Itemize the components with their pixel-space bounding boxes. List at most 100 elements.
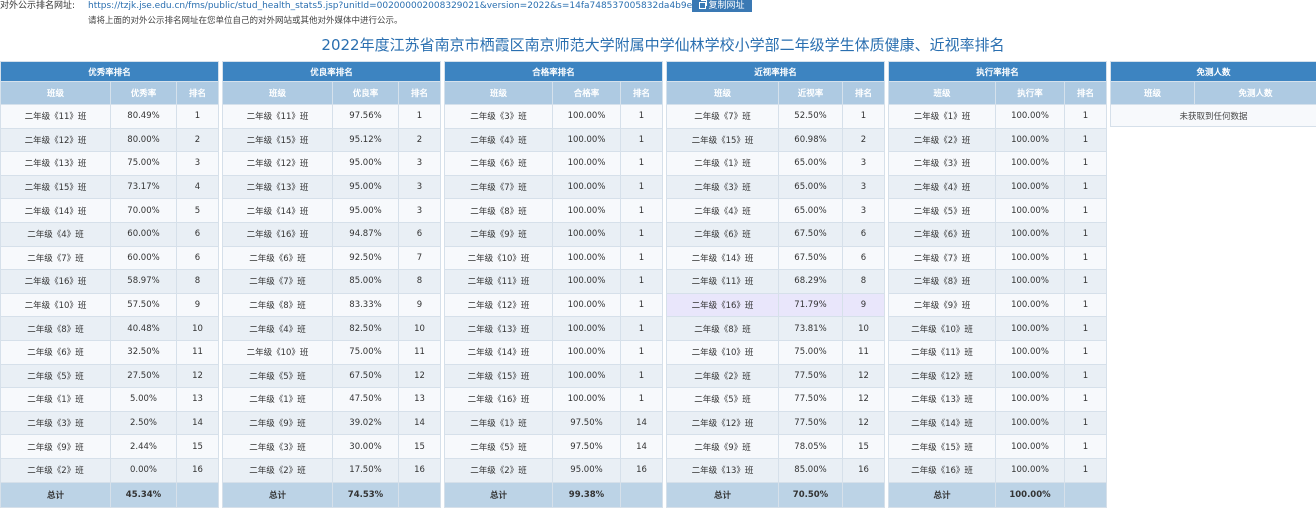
class-cell: 二年级《2》班 bbox=[444, 457, 553, 483]
copy-url-label: 复制网址 bbox=[708, 1, 745, 11]
table-row: 二年级《14》班 100.00% 1 bbox=[444, 339, 664, 365]
rate-cell: 100.00% bbox=[552, 363, 621, 389]
class-cell: 二年级《9》班 bbox=[0, 434, 111, 459]
good-rate-table: 优良率排名 班级 优良率 排名 二年级《11》班 97.56% 1 二年级《15》班 95.12… bbox=[221, 61, 442, 508]
class-cell: 二年级《16》班 bbox=[666, 292, 779, 318]
good-rate-panel: 优良率排名 班级 优良率 排名 二年级《11》班 97.56% 1 二年级《15》班 95.12… bbox=[221, 61, 442, 508]
class-cell: 二年级《6》班 bbox=[0, 339, 111, 365]
rate-cell: 77.50% bbox=[778, 410, 843, 436]
rate-cell: 100.00% bbox=[552, 127, 621, 153]
class-cell: 二年级《9》班 bbox=[666, 434, 779, 459]
class-cell: 二年级《6》班 bbox=[666, 221, 779, 247]
rate-cell: 100.00% bbox=[552, 221, 621, 247]
rank-cell: 12 bbox=[841, 410, 886, 436]
table-row: 二年级《13》班 100.00% 1 bbox=[444, 316, 664, 341]
class-cell: 二年级《11》班 bbox=[888, 339, 996, 365]
table-row: 二年级《14》班 95.00% 3 bbox=[222, 198, 442, 223]
rate-cell: 30.00% bbox=[332, 434, 399, 459]
table-row: 二年级《3》班 100.00% 1 bbox=[444, 104, 664, 129]
rank-cell: 10 bbox=[397, 316, 442, 341]
rank-cell: 1 bbox=[1063, 245, 1108, 271]
table-row: 二年级《12》班 100.00% 1 bbox=[444, 292, 664, 318]
class-cell: 二年级《16》班 bbox=[222, 221, 333, 247]
table-row: 二年级《12》班 77.50% 12 bbox=[666, 410, 886, 436]
table-row: 二年级《1》班 65.00% 3 bbox=[666, 151, 886, 176]
rank-cell: 1 bbox=[397, 104, 442, 129]
rank-cell: 1 bbox=[1063, 410, 1108, 436]
table-row: 二年级《3》班 30.00% 15 bbox=[222, 434, 442, 459]
class-cell: 二年级《10》班 bbox=[222, 339, 333, 365]
table-row: 二年级《15》班 73.17% 4 bbox=[0, 174, 220, 200]
class-cell: 二年级《8》班 bbox=[444, 198, 553, 223]
table-row: 二年级《16》班 58.97% 8 bbox=[0, 269, 220, 294]
class-cell: 二年级《2》班 bbox=[888, 127, 996, 153]
rank-cell: 16 bbox=[841, 457, 886, 483]
rate-cell: 67.50% bbox=[778, 245, 843, 271]
table-row: 二年级《15》班 95.12% 2 bbox=[222, 127, 442, 153]
rank-cell: 14 bbox=[397, 410, 442, 436]
total-row: 总计 99.38% bbox=[444, 481, 664, 508]
excellent-rate-table: 优秀率排名 班级 优秀率 排名 二年级《11》班 80.49% 1 二年级《12》班 80.00… bbox=[0, 61, 220, 508]
class-cell: 二年级《13》班 bbox=[444, 316, 553, 341]
ranking-url-link[interactable]: https://tzjk.jse.edu.cn/fms/public/stud_… bbox=[88, 0, 746, 12]
table-row: 二年级《5》班 27.50% 12 bbox=[0, 363, 220, 389]
table-row: 二年级《13》班 85.00% 16 bbox=[666, 457, 886, 483]
rate-cell: 52.50% bbox=[778, 104, 843, 129]
rate-cell: 65.00% bbox=[778, 151, 843, 176]
table-row: 二年级《16》班 100.00% 1 bbox=[888, 457, 1108, 483]
total-rank-cell bbox=[1063, 481, 1108, 508]
copy-url-button[interactable]: 复制网址 bbox=[692, 0, 752, 12]
table-row: 二年级《13》班 95.00% 3 bbox=[222, 174, 442, 200]
class-cell: 二年级《1》班 bbox=[888, 104, 996, 129]
rank-cell: 7 bbox=[397, 245, 442, 271]
panel-title: 优良率排名 bbox=[221, 61, 442, 82]
table-row: 二年级《8》班 100.00% 1 bbox=[888, 269, 1108, 294]
column-header: 班级 bbox=[666, 81, 779, 105]
rate-cell: 95.00% bbox=[332, 174, 399, 200]
column-header: 排名 bbox=[175, 81, 220, 105]
class-cell: 二年级《3》班 bbox=[666, 174, 779, 200]
table-row: 二年级《10》班 75.00% 11 bbox=[222, 339, 442, 365]
table-row: 二年级《12》班 80.00% 2 bbox=[0, 127, 220, 153]
rank-cell: 12 bbox=[397, 363, 442, 389]
rank-cell: 6 bbox=[841, 221, 886, 247]
rate-cell: 75.00% bbox=[778, 339, 843, 365]
rate-cell: 85.00% bbox=[778, 457, 843, 483]
rank-cell: 1 bbox=[1063, 198, 1108, 223]
url-bar: 对外公示排名网址: https://tzjk.jse.edu.cn/fms/pu… bbox=[0, 0, 1316, 12]
rate-cell: 77.50% bbox=[778, 363, 843, 389]
rank-cell: 11 bbox=[175, 339, 220, 365]
table-row: 二年级《10》班 100.00% 1 bbox=[444, 245, 664, 271]
rank-cell: 3 bbox=[397, 198, 442, 223]
class-cell: 二年级《2》班 bbox=[0, 457, 111, 483]
rate-cell: 100.00% bbox=[995, 339, 1065, 365]
rank-cell: 1 bbox=[619, 221, 664, 247]
table-row: 二年级《16》班 100.00% 1 bbox=[444, 387, 664, 412]
class-cell: 二年级《1》班 bbox=[0, 387, 111, 412]
rate-cell: 39.02% bbox=[332, 410, 399, 436]
rate-cell: 100.00% bbox=[995, 410, 1065, 436]
rate-cell: 95.12% bbox=[332, 127, 399, 153]
table-row: 二年级《4》班 100.00% 1 bbox=[444, 127, 664, 153]
column-header: 排名 bbox=[397, 81, 442, 105]
total-label: 总计 bbox=[666, 481, 779, 508]
rank-cell: 12 bbox=[841, 363, 886, 389]
rate-cell: 85.00% bbox=[332, 269, 399, 294]
rank-cell: 3 bbox=[841, 174, 886, 200]
total-row: 总计 70.50% bbox=[666, 481, 886, 508]
class-cell: 二年级《16》班 bbox=[888, 457, 996, 483]
rank-cell: 3 bbox=[397, 151, 442, 176]
class-cell: 二年级《3》班 bbox=[0, 410, 111, 436]
rank-cell: 1 bbox=[1063, 104, 1108, 129]
class-cell: 二年级《7》班 bbox=[888, 245, 996, 271]
column-header: 排名 bbox=[619, 81, 664, 105]
total-row: 总计 45.34% bbox=[0, 481, 220, 508]
rate-cell: 65.00% bbox=[778, 174, 843, 200]
rank-cell: 13 bbox=[397, 387, 442, 412]
total-row: 总计 74.53% bbox=[222, 481, 442, 508]
table-row: 二年级《3》班 100.00% 1 bbox=[888, 151, 1108, 176]
rate-cell: 97.50% bbox=[552, 410, 621, 436]
class-cell: 二年级《12》班 bbox=[666, 410, 779, 436]
class-cell: 二年级《14》班 bbox=[444, 339, 553, 365]
rank-cell: 2 bbox=[175, 127, 220, 153]
